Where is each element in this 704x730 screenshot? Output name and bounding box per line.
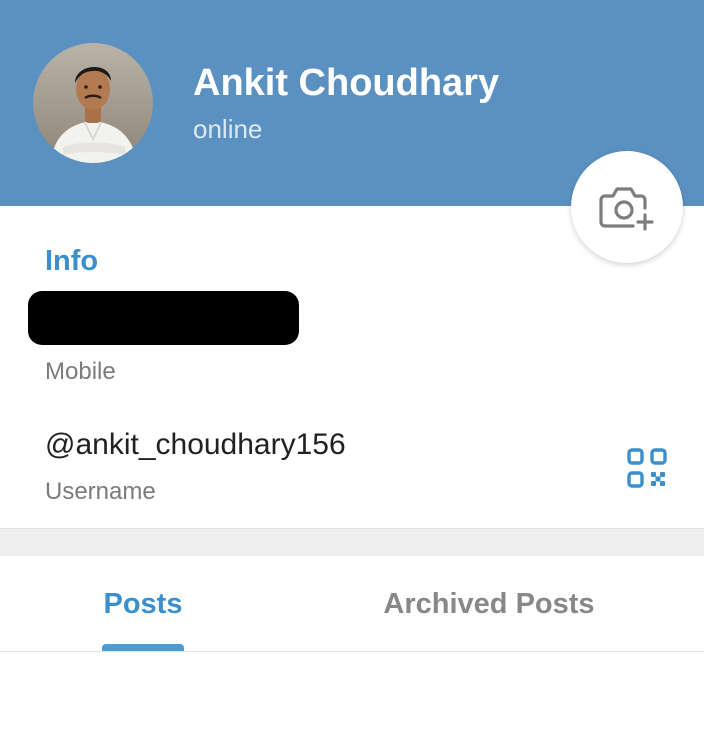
online-status: online [193, 114, 263, 144]
profile-tabs: Posts Archived Posts [0, 556, 704, 652]
qr-code-button[interactable] [626, 447, 668, 489]
profile-name: Ankit Choudhary [193, 62, 500, 104]
redacted-phone-number [28, 291, 299, 345]
username-label: Username [45, 478, 156, 505]
tab-posts[interactable]: Posts [45, 556, 241, 652]
mobile-label: Mobile [45, 358, 116, 385]
set-photo-button[interactable] [571, 151, 683, 263]
tab-archived-posts[interactable]: Archived Posts [352, 556, 626, 652]
avatar[interactable] [33, 43, 153, 163]
info-section-title: Info [45, 245, 99, 277]
profile-screen: Ankit Choudhary online Info Mobile @anki… [0, 0, 704, 730]
qr-code-icon [627, 448, 667, 488]
avatar-photo [33, 43, 153, 163]
username-value[interactable]: @ankit_choudhary156 [45, 427, 346, 463]
active-tab-indicator [102, 644, 184, 651]
section-divider [0, 528, 704, 556]
camera-add-icon [599, 187, 654, 231]
